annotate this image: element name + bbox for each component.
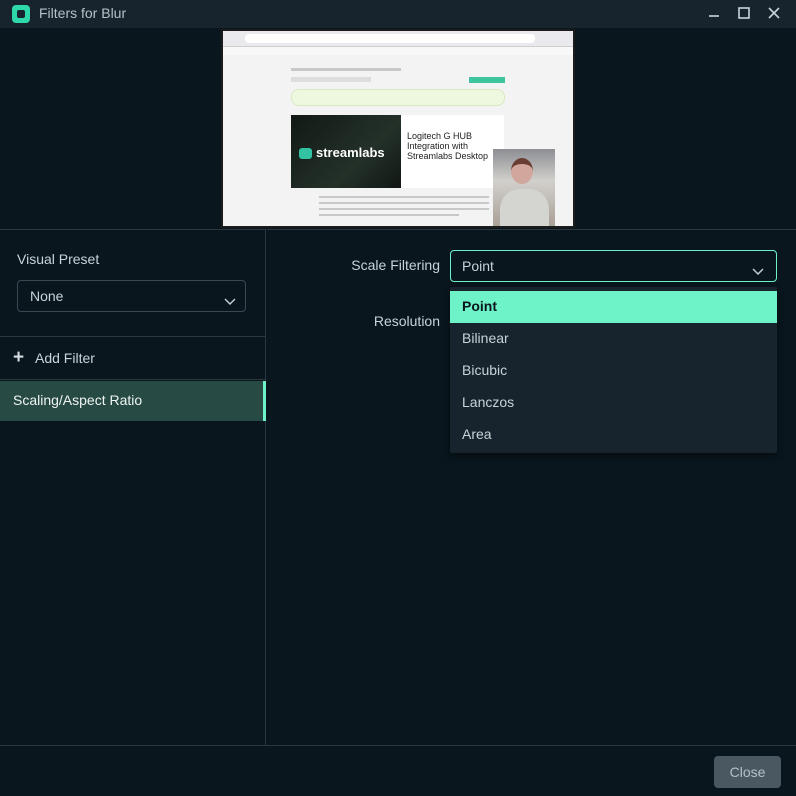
preview-browser-bar — [223, 31, 573, 47]
preview-banner — [291, 89, 505, 106]
chevron-down-icon — [752, 263, 764, 275]
scale-filtering-value: Point — [462, 258, 494, 274]
scale-filtering-dropdown: Point Bilinear Bicubic Lanczos Area — [450, 287, 777, 453]
minimize-button[interactable] — [701, 2, 727, 24]
close-icon — [768, 7, 780, 19]
add-filter-button[interactable]: + Add Filter — [0, 337, 266, 379]
title-bar: Filters for Blur — [0, 0, 796, 28]
visual-preset-label: Visual Preset — [17, 251, 100, 267]
option-bilinear[interactable]: Bilinear — [450, 323, 777, 355]
scale-filtering-label: Scale Filtering — [351, 257, 440, 273]
option-point[interactable]: Point — [450, 291, 777, 323]
source-preview: streamlabs Logitech G HUB Integration wi… — [221, 29, 575, 228]
filter-item-scaling-aspect-ratio[interactable]: Scaling/Aspect Ratio — [0, 381, 266, 421]
minimize-icon — [709, 15, 719, 17]
streamlabs-logo: streamlabs — [299, 145, 385, 160]
preview-article-title: Logitech G HUB Integration with Streamla… — [407, 131, 489, 161]
option-bicubic[interactable]: Bicubic — [450, 355, 777, 387]
filter-settings-panel: Scale Filtering Point Resolution Point B… — [267, 229, 796, 745]
maximize-button[interactable] — [731, 2, 757, 24]
visual-preset-value: None — [30, 288, 64, 304]
filter-item-label: Scaling/Aspect Ratio — [13, 392, 143, 408]
preview-area: streamlabs Logitech G HUB Integration wi… — [0, 28, 796, 229]
preview-bookmarks-bar — [223, 47, 573, 55]
add-filter-label: Add Filter — [35, 350, 95, 366]
window-title: Filters for Blur — [39, 5, 127, 21]
resolution-label: Resolution — [373, 313, 440, 329]
footer: Close — [0, 745, 796, 796]
maximize-icon — [738, 7, 750, 19]
divider — [0, 379, 266, 380]
left-panel: Visual Preset None + Add Filter Scaling/… — [0, 229, 266, 745]
close-window-button[interactable] — [761, 2, 787, 24]
plus-icon: + — [13, 347, 25, 368]
option-area[interactable]: Area — [450, 419, 777, 451]
scale-filtering-select[interactable]: Point — [450, 250, 777, 282]
chevron-down-icon — [224, 293, 236, 305]
close-button[interactable]: Close — [714, 756, 781, 788]
visual-preset-select[interactable]: None — [17, 280, 246, 312]
streamlabs-app-icon — [12, 5, 30, 23]
option-lanczos[interactable]: Lanczos — [450, 387, 777, 419]
